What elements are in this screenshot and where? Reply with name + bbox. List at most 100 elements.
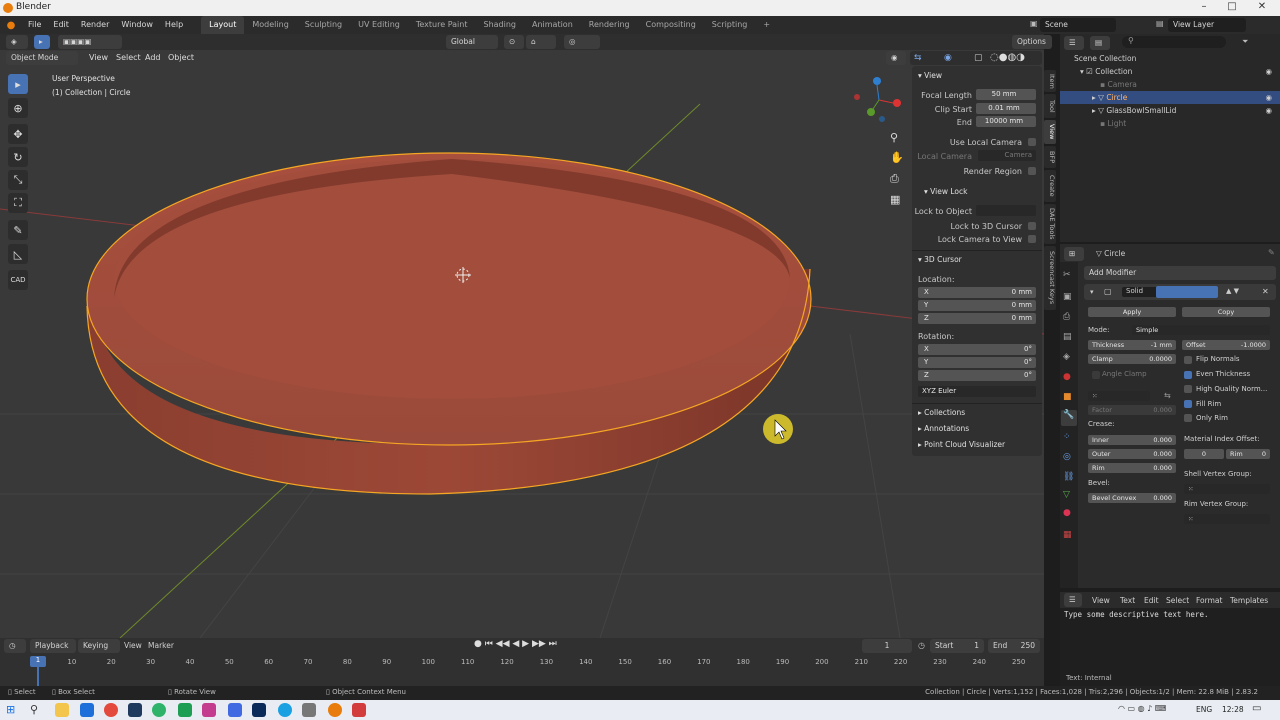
menu-window[interactable]: Window (115, 16, 159, 34)
eye-icon[interactable]: ◉ (1265, 65, 1272, 78)
app-icon-1[interactable] (128, 703, 142, 717)
workspace-tab-compositing[interactable]: Compositing (638, 16, 704, 34)
clamp-field[interactable]: Clamp 0.0000 (1088, 354, 1176, 364)
transform-orientation-select[interactable]: Global (446, 35, 498, 49)
angle-clamp-checkbox[interactable] (1092, 371, 1100, 379)
inner-crease-field[interactable]: Inner 0.000 (1088, 435, 1176, 445)
cursor-loc-x[interactable]: X0 mm (918, 287, 1036, 298)
point-cloud-header[interactable]: ▸ Point Cloud Visualizer (918, 440, 1005, 449)
tweak-tool-icon[interactable]: ▸ (8, 74, 28, 94)
move-modifier-icons[interactable]: ▲ ▼ (1226, 287, 1239, 295)
clock[interactable]: 12:28 (1222, 705, 1244, 714)
constraints-tab-icon[interactable]: ⛓ (1063, 472, 1074, 482)
tab-item[interactable]: Item (1044, 70, 1056, 92)
zoom-icon[interactable]: ⚲ (890, 131, 898, 144)
outer-crease-field[interactable]: Outer 0.000 (1088, 449, 1176, 459)
timeline-editor-icon[interactable]: ◷ (4, 639, 26, 653)
blender-taskbar-icon[interactable] (328, 703, 342, 717)
workspace-tab-rendering[interactable]: Rendering (581, 16, 638, 34)
playhead-frame[interactable]: 1 (30, 656, 46, 667)
tab-dae-tools[interactable]: DAE Tools (1044, 204, 1056, 244)
app-icon-4[interactable] (228, 703, 242, 717)
photoshop-icon[interactable] (252, 703, 266, 717)
mode-select[interactable]: Simple (1132, 325, 1270, 335)
collections-header[interactable]: ▸ Collections (918, 408, 965, 417)
outliner-scene-collection[interactable]: Scene Collection (1060, 52, 1280, 65)
outliner-search-input[interactable]: ⚲ (1122, 36, 1226, 48)
add-menu[interactable]: Add (145, 53, 161, 62)
current-frame-field[interactable]: 1 (862, 639, 912, 653)
rotate-tool-icon[interactable]: ↻ (8, 147, 28, 167)
search-icon[interactable]: ⚲ (30, 703, 44, 717)
object-menu[interactable]: Object (168, 53, 194, 62)
eye-icon[interactable]: ◉ (1265, 91, 1272, 104)
blender-menu-icon[interactable]: ● (0, 20, 22, 31)
physics-tab-icon[interactable]: ◎ (1063, 452, 1071, 462)
scale-tool-icon[interactable]: ⤡ (8, 170, 28, 190)
particles-tab-icon[interactable]: ⁘ (1063, 432, 1071, 442)
render-region-checkbox[interactable] (1028, 167, 1036, 175)
outliner-editor-icon[interactable]: ☰ (1064, 36, 1084, 50)
xray-icon[interactable]: ▢ (974, 53, 983, 63)
vertex-group-field[interactable]: ⁙ (1088, 391, 1150, 401)
local-camera-field[interactable]: Camera (978, 150, 1036, 161)
clip-end-field[interactable]: 10000 mm (976, 116, 1036, 127)
display-mode-icon[interactable]: ▤ (1090, 36, 1110, 50)
output-tab-icon[interactable]: ⎙ (1063, 312, 1070, 322)
tab-bfp[interactable]: BFP (1044, 146, 1056, 168)
close-button[interactable]: ✕ (1248, 1, 1276, 12)
view-layer-selector[interactable]: View Layer (1168, 18, 1246, 32)
transform-tool-icon[interactable]: ⛶ (8, 193, 28, 213)
timeline-view-menu[interactable]: View (124, 641, 142, 650)
cursor-rot-y[interactable]: Y 0° (918, 357, 1036, 368)
cad-tool-icon[interactable]: CAD (8, 270, 28, 290)
even-thickness-checkbox[interactable] (1184, 371, 1192, 379)
cursor-rot-x[interactable]: X 0° (918, 344, 1036, 355)
start-icon[interactable]: ⊞ (6, 703, 20, 717)
view-lock-header[interactable]: ▾ View Lock (924, 187, 967, 196)
cursor-rot-z[interactable]: Z 0° (918, 370, 1036, 381)
shell-vertex-group-field[interactable]: ⁙ (1184, 484, 1270, 494)
flip-normals-checkbox[interactable] (1184, 356, 1192, 364)
playback-controls[interactable]: ● ⏮ ◀◀ ◀ ▶ ▶▶ ⏭ (474, 639, 557, 649)
only-rim-checkbox[interactable] (1184, 414, 1192, 422)
tray-icons[interactable]: ◠ ▭ ◍ ♪ ⌨ (1118, 704, 1166, 713)
apply-button[interactable]: Apply (1088, 307, 1176, 317)
workspace-tab-uv-editing[interactable]: UV Editing (350, 16, 408, 34)
camera-view-icon[interactable]: ⎙ (890, 172, 899, 186)
modifier-display-toggles[interactable] (1156, 286, 1218, 298)
options-dropdown[interactable]: Options (1012, 35, 1052, 49)
cursor-tool-icon[interactable]: ⊕ (8, 98, 28, 118)
preview-range-icon[interactable]: ◷ (918, 641, 925, 650)
menu-edit[interactable]: Edit (47, 16, 75, 34)
render-tab-icon[interactable]: ▣ (1063, 292, 1072, 302)
outlook-icon[interactable] (80, 703, 94, 717)
add-workspace-icon[interactable]: + (755, 16, 778, 34)
snap-icon[interactable]: ⌂ (526, 35, 556, 49)
filter-icon[interactable]: ⏷ (1242, 37, 1248, 47)
ortho-toggle-icon[interactable]: ▦ (890, 193, 900, 206)
chrome-icon[interactable] (104, 703, 118, 717)
3d-cursor-header[interactable]: ▾ 3D Cursor (918, 255, 962, 264)
pivot-icon[interactable]: ⊙ (504, 35, 524, 49)
menu-render[interactable]: Render (75, 16, 115, 34)
rotation-mode-select[interactable]: XYZ Euler (918, 386, 1036, 397)
keying-menu[interactable]: Keying (78, 639, 120, 653)
outliner-row-camera[interactable]: ▪ Camera (1060, 78, 1280, 91)
measure-tool-icon[interactable]: ◺ (8, 244, 28, 264)
outliner-row-light[interactable]: ▪ Light (1060, 117, 1280, 130)
view-section-header[interactable]: ▾ View (918, 71, 942, 80)
marker-menu[interactable]: Marker (148, 641, 174, 650)
object-tab-icon[interactable]: ■ (1063, 392, 1072, 402)
maximize-button[interactable]: □ (1218, 1, 1246, 12)
playback-menu[interactable]: Playback (30, 639, 76, 653)
te-menu-select[interactable]: Select (1166, 596, 1189, 605)
edge-icon[interactable] (278, 703, 292, 717)
shading-modes-icon[interactable]: ◌●◍◑ (990, 52, 1025, 63)
properties-editor-icon[interactable]: ⊞ (1064, 247, 1084, 261)
tab-tool[interactable]: Tool (1044, 94, 1056, 118)
notifications-icon[interactable]: ▭ (1252, 703, 1261, 714)
invert-icon[interactable]: ⇆ (1164, 391, 1171, 400)
view-menu[interactable]: View (89, 53, 108, 62)
visibility-icon[interactable]: ◉ (886, 51, 906, 65)
